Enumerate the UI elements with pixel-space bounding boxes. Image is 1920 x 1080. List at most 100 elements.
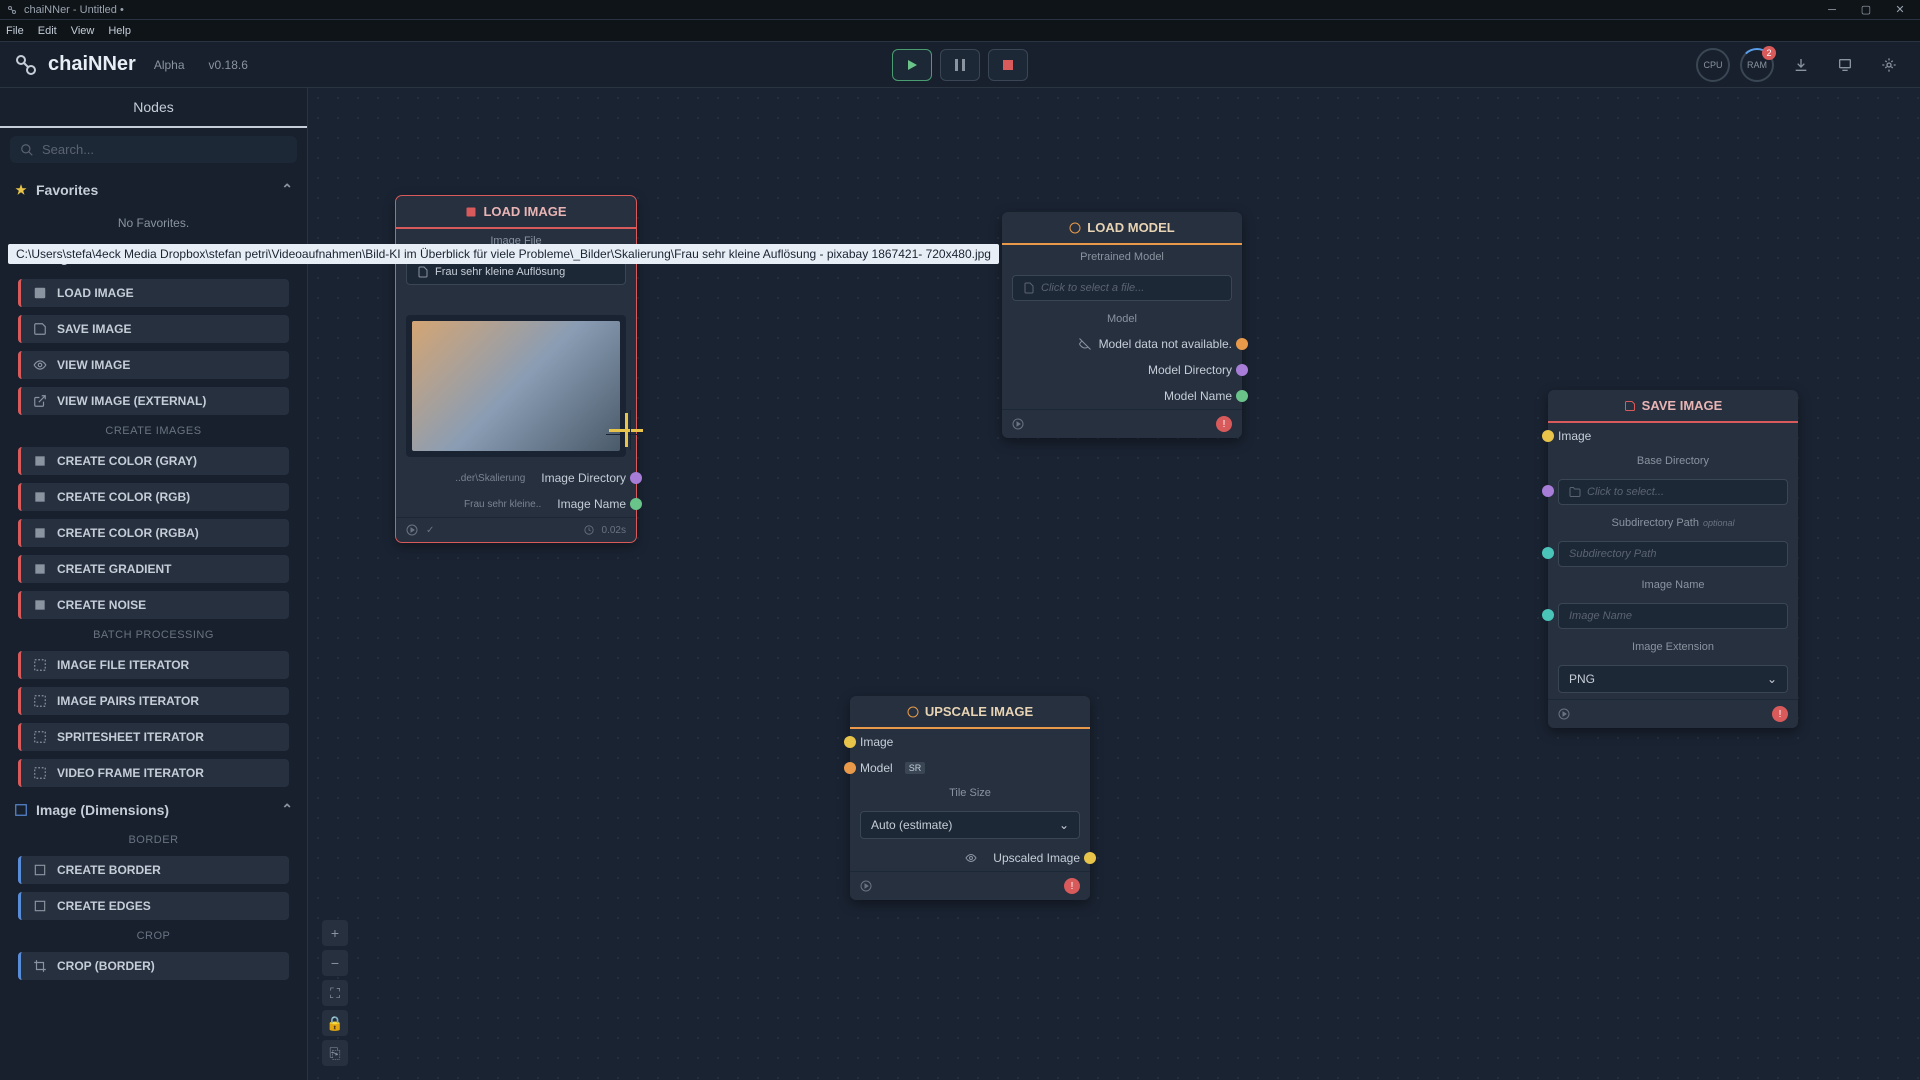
port-out[interactable]: [630, 498, 642, 510]
menu-edit[interactable]: Edit: [38, 25, 57, 37]
export-icon: [1837, 57, 1853, 73]
base-dir-input[interactable]: Click to select...: [1558, 479, 1788, 505]
zoom-out-button[interactable]: −: [322, 950, 348, 976]
port-in[interactable]: [1542, 430, 1554, 442]
lock-button[interactable]: 🔒: [322, 1010, 348, 1036]
port-in[interactable]: [844, 762, 856, 774]
port-out[interactable]: [1236, 390, 1248, 402]
port-in[interactable]: [844, 736, 856, 748]
settings-button[interactable]: [1872, 48, 1906, 82]
menu-file[interactable]: File: [6, 25, 24, 37]
search-input[interactable]: [42, 142, 287, 157]
node-item-save-image[interactable]: SAVE IMAGE: [18, 315, 289, 343]
node-item-image-pairs-iterator[interactable]: IMAGE PAIRS ITERATOR: [18, 687, 289, 715]
model-file-input[interactable]: Click to select a file...: [1012, 275, 1232, 301]
node-item-spritesheet-iterator[interactable]: SPRITESHEET ITERATOR: [18, 723, 289, 751]
export-view-button[interactable]: ⎘: [322, 1040, 348, 1066]
section-image-dimensions[interactable]: Image (Dimensions) ⌃: [0, 791, 307, 828]
eye-off-icon[interactable]: [1079, 338, 1091, 350]
node-item-crop-border[interactable]: CROP (BORDER): [18, 952, 289, 980]
port-out[interactable]: [630, 472, 642, 484]
model-label: Model: [1002, 307, 1242, 331]
port-out[interactable]: [1236, 338, 1248, 350]
tile-select[interactable]: Auto (estimate) ⌄: [860, 811, 1080, 839]
play-icon[interactable]: [406, 524, 418, 536]
square-icon: [33, 454, 47, 468]
cpu-metric[interactable]: CPU: [1696, 48, 1730, 82]
node-footer: !: [1548, 699, 1798, 728]
menu-view[interactable]: View: [71, 25, 95, 37]
subheading-border: BORDER: [0, 828, 307, 852]
menu-bar: File Edit View Help: [0, 20, 1920, 42]
node-item-create-color-gray[interactable]: CREATE COLOR (GRAY): [18, 447, 289, 475]
pause-button[interactable]: [940, 49, 980, 81]
canvas-controls: + − ⛶ 🔒 ⎘: [322, 920, 348, 1066]
subdir-input[interactable]: Subdirectory Path: [1558, 541, 1788, 567]
warning-icon[interactable]: !: [1064, 878, 1080, 894]
tab-nodes[interactable]: Nodes: [0, 88, 307, 128]
port-in[interactable]: [1542, 485, 1554, 497]
image-icon: [33, 286, 47, 300]
border-icon: [33, 863, 47, 877]
maximize-button[interactable]: ▢: [1858, 2, 1874, 18]
port-out[interactable]: [1236, 364, 1248, 376]
node-item-create-edges[interactable]: CREATE EDGES: [18, 892, 289, 920]
close-button[interactable]: ✕: [1892, 2, 1908, 18]
node-item-view-image[interactable]: VIEW IMAGE: [18, 351, 289, 379]
port-out[interactable]: [1084, 852, 1096, 864]
square-icon: [33, 490, 47, 504]
iterator-icon: [33, 766, 47, 780]
subheading-crop: CROP: [0, 924, 307, 948]
download-button[interactable]: [1784, 48, 1818, 82]
ext-select[interactable]: PNG ⌄: [1558, 665, 1788, 693]
brand-version: v0.18.6: [209, 58, 248, 72]
node-item-create-noise[interactable]: CREATE NOISE: [18, 591, 289, 619]
brand-icon: [14, 53, 38, 77]
port-in[interactable]: [1542, 609, 1554, 621]
node-sub-label: Pretrained Model: [1002, 245, 1242, 269]
play-icon[interactable]: [1558, 708, 1570, 720]
zoom-in-button[interactable]: +: [322, 920, 348, 946]
node-item-create-border[interactable]: CREATE BORDER: [18, 856, 289, 884]
node-item-create-color-rgb[interactable]: CREATE COLOR (RGB): [18, 483, 289, 511]
loader-icon: [907, 706, 919, 718]
section-favorites[interactable]: Favorites ⌃: [0, 171, 307, 208]
node-item-image-file-iterator[interactable]: IMAGE FILE ITERATOR: [18, 651, 289, 679]
stop-button[interactable]: [988, 49, 1028, 81]
node-load-model[interactable]: LOAD MODEL Pretrained Model Click to sel…: [1002, 212, 1242, 438]
menu-help[interactable]: Help: [108, 25, 131, 37]
node-upscale-image[interactable]: UPSCALE IMAGE Image Model SR Tile Size A…: [850, 696, 1090, 900]
canvas[interactable]: LOAD IMAGE Image File Frau sehr kleine A…: [308, 88, 1920, 1080]
warning-icon[interactable]: !: [1216, 416, 1232, 432]
dimensions-icon: [14, 803, 28, 817]
search-box[interactable]: [10, 136, 297, 163]
play-icon[interactable]: [860, 880, 872, 892]
run-button[interactable]: [892, 49, 932, 81]
download-icon: [1793, 57, 1809, 73]
node-save-image[interactable]: SAVE IMAGE Image Base Directory Click to…: [1548, 390, 1798, 728]
node-header: SAVE IMAGE: [1548, 390, 1798, 423]
fit-view-button[interactable]: ⛶: [322, 980, 348, 1006]
export-button[interactable]: [1828, 48, 1862, 82]
port-in[interactable]: [1542, 547, 1554, 559]
play-icon[interactable]: [1012, 418, 1024, 430]
node-item-create-color-rgba[interactable]: CREATE COLOR (RGBA): [18, 519, 289, 547]
chevron-down-icon: ⌄: [1767, 672, 1777, 686]
node-item-create-gradient[interactable]: CREATE GRADIENT: [18, 555, 289, 583]
output-upscaled: Upscaled Image: [850, 845, 1090, 871]
square-icon: [33, 526, 47, 540]
brand-name: chaiNNer: [48, 53, 136, 76]
ram-metric[interactable]: RAM2: [1740, 48, 1774, 82]
iterator-icon: [33, 658, 47, 672]
save-icon: [1624, 400, 1636, 412]
eye-icon[interactable]: [965, 852, 977, 864]
node-item-video-frame-iterator[interactable]: VIDEO FRAME ITERATOR: [18, 759, 289, 787]
ext-label: Image Extension: [1548, 635, 1798, 659]
node-item-load-image[interactable]: LOAD IMAGE: [18, 279, 289, 307]
node-item-view-image-external[interactable]: VIEW IMAGE (EXTERNAL): [18, 387, 289, 415]
clock-icon: [584, 525, 594, 535]
image-name-input[interactable]: Image Name: [1558, 603, 1788, 629]
star-icon: [14, 183, 28, 197]
minimize-button[interactable]: ─: [1824, 2, 1840, 18]
warning-icon[interactable]: !: [1772, 706, 1788, 722]
